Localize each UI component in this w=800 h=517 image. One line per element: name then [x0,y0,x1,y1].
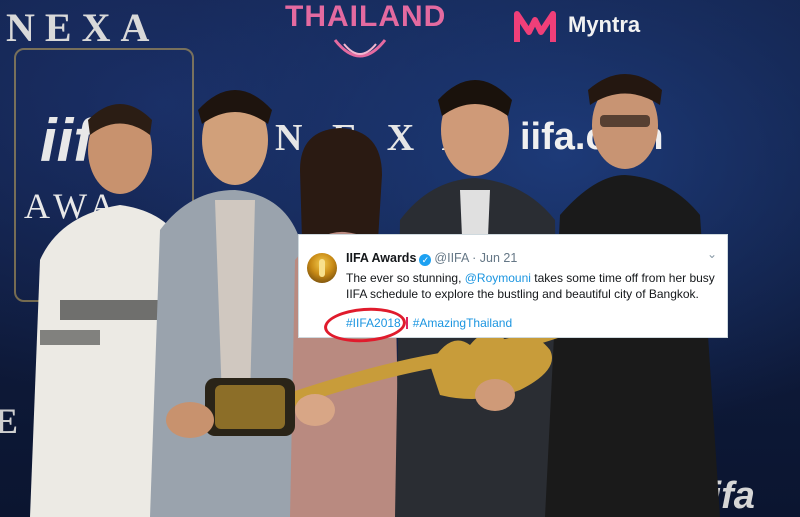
tweet-author-handle[interactable]: @IIFA [434,251,468,265]
hashtag-divider [405,317,408,329]
tweet-author-name[interactable]: IIFA Awards [346,251,416,265]
tweet-header: IIFA Awards ✓ @IIFA · Jun 21 [346,251,517,266]
hand [295,394,335,426]
event-photo: NEXA iifa AWA THAILAND Myntra N E X A ii… [0,0,800,517]
tweet-text: The ever so stunning, @Roymouni takes so… [346,270,716,302]
hashtag-amazingthailand[interactable]: #AmazingThailand [413,316,512,330]
verified-badge-icon: ✓ [419,254,432,266]
tweet-date[interactable]: Jun 21 [480,251,518,265]
tweet-separator: · [472,251,477,265]
iifa-avatar[interactable] [307,253,337,283]
tweet-text-start: The ever so stunning, [346,271,465,285]
hand [475,379,515,411]
hand [166,402,214,438]
chevron-down-icon[interactable]: ⌄ [707,247,717,261]
person-2 [150,90,310,517]
tweet-mention-link[interactable]: @Roymouni [465,271,531,285]
